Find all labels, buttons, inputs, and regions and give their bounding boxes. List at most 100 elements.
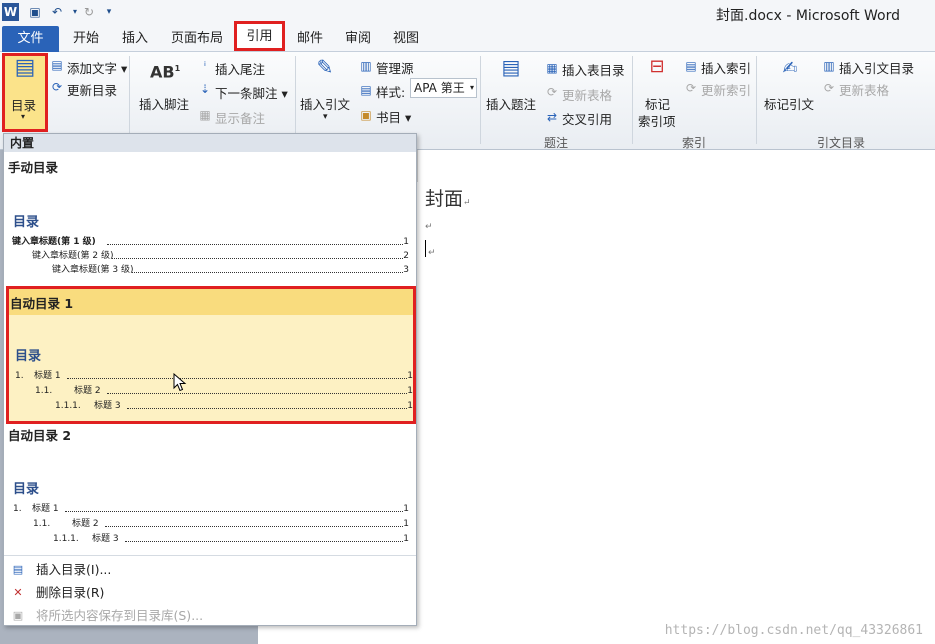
toc-icon: ▤ bbox=[14, 55, 36, 80]
group-separator bbox=[480, 56, 481, 144]
insert-endnote-icon: ⁱ bbox=[203, 59, 207, 73]
toc-button[interactable]: ▤ 目录 ▾ bbox=[2, 53, 48, 132]
mouse-cursor-icon bbox=[173, 373, 187, 392]
add-text-icon: ▤ bbox=[51, 58, 63, 72]
tab-references[interactable]: 引用 bbox=[234, 21, 285, 51]
bibliography-button[interactable]: 书目 ▾ bbox=[376, 107, 411, 126]
toc-preview-heading: 目录 bbox=[13, 215, 40, 230]
mark-entry-icon: ⊟ bbox=[649, 56, 665, 77]
toc-preview-line: 1.1. 标题 21 bbox=[35, 386, 413, 396]
insert-caption-button[interactable]: 插入题注 bbox=[486, 94, 536, 113]
insert-table-of-authorities-button[interactable]: 插入引文目录 bbox=[839, 58, 914, 77]
insert-toc-icon: ▤ bbox=[12, 563, 24, 576]
update-authorities-button[interactable]: 更新表格 bbox=[839, 80, 889, 99]
paragraph-mark: ↵ bbox=[428, 248, 436, 258]
update-toc-button[interactable]: 更新目录 bbox=[67, 80, 117, 99]
ribbon-tabs: 文件 开始 插入 页面布局 引用 邮件 审阅 视图 bbox=[0, 21, 935, 52]
style-label: 样式: bbox=[376, 85, 406, 100]
save-selection-menu-item[interactable]: ▣ 将所选内容保存到目录库(S)... bbox=[4, 604, 416, 627]
group-separator bbox=[129, 56, 130, 144]
word-logo-icon[interactable]: W bbox=[2, 3, 19, 21]
save-icon[interactable]: ▣ bbox=[27, 4, 43, 20]
insert-caption-icon: ▤ bbox=[501, 55, 521, 79]
watermark: https://blog.csdn.net/qq_43326861 bbox=[664, 623, 923, 638]
group-label-authorities: 引文目录 bbox=[816, 136, 865, 150]
update-toc-icon: ⟳ bbox=[51, 80, 63, 94]
redo-icon[interactable]: ↻ bbox=[81, 4, 97, 20]
gallery-title: 自动目录 1 bbox=[10, 296, 74, 311]
table-of-figures-icon: ▦ bbox=[546, 61, 558, 75]
insert-citation-icon: ✎ bbox=[316, 55, 334, 79]
update-index-icon: ⟳ bbox=[685, 81, 697, 95]
insert-table-of-authorities-icon: ▥ bbox=[823, 59, 835, 73]
mark-entry-label-2[interactable]: 索引项 bbox=[638, 111, 676, 130]
insert-endnote-button[interactable]: 插入尾注 bbox=[215, 59, 265, 78]
toc-preview-line: 1.1.1. 标题 31 bbox=[53, 534, 409, 544]
paragraph-mark: ↵ bbox=[425, 222, 433, 232]
gallery-title: 自动目录 2 bbox=[8, 428, 72, 443]
gallery-manual-toc[interactable]: 手动目录 目录 键入章标题(第 1 级) 1 键入章标题(第 2 级) 2 键入章标… bbox=[4, 152, 416, 284]
bibliography-icon: ▣ bbox=[360, 108, 372, 122]
toc-preview-line: 1. 标题 11 bbox=[13, 504, 409, 514]
insert-index-button[interactable]: 插入索引 bbox=[701, 58, 751, 77]
toc-preview-line: 1. 标题 11 bbox=[15, 371, 413, 381]
toc-preview-line: 1.1. 标题 21 bbox=[33, 519, 409, 529]
style-icon: ▤ bbox=[360, 83, 372, 97]
group-label-captions: 题注 bbox=[543, 136, 568, 150]
insert-toc-menu-item[interactable]: ▤ 插入目录(I)... bbox=[4, 558, 416, 581]
next-footnote-icon: ⇣ bbox=[199, 82, 211, 96]
remove-toc-icon: ✕ bbox=[13, 586, 23, 599]
customize-icon[interactable]: ▾ bbox=[101, 4, 117, 20]
add-text-button[interactable]: 添加文字 ▾ bbox=[67, 58, 127, 77]
manage-sources-button[interactable]: 管理源 bbox=[376, 58, 414, 77]
document-title[interactable]: 封面↵ bbox=[425, 184, 471, 211]
undo-icon[interactable]: ↶ bbox=[49, 4, 65, 20]
insert-citation-button[interactable]: 插入引文 bbox=[300, 94, 350, 113]
tab-review[interactable]: 审阅 bbox=[338, 26, 378, 52]
group-separator bbox=[632, 56, 633, 144]
window-title: 封面.docx - Microsoft Word bbox=[716, 8, 900, 24]
group-separator bbox=[295, 56, 296, 144]
gallery-auto-toc-2[interactable]: 自动目录 2 目录 1. 标题 11 1.1. 标题 21 1.1.1. 标题 31 bbox=[4, 423, 416, 555]
cross-reference-button[interactable]: 交叉引用 bbox=[562, 109, 612, 128]
tab-home[interactable]: 开始 bbox=[65, 26, 107, 52]
manage-sources-icon: ▥ bbox=[360, 59, 372, 73]
gallery-auto-toc-1[interactable]: 自动目录 1 目录 1. 标题 11 1.1. 标题 21 1.1.1. 标题 31 bbox=[6, 286, 416, 424]
toc-dropdown-menu: 内置 手动目录 目录 键入章标题(第 1 级) 1 键入章标题(第 2 级) 2 键… bbox=[3, 133, 417, 626]
text-cursor bbox=[425, 240, 426, 257]
toc-dropdown-icon: ▾ bbox=[21, 112, 26, 121]
insert-index-icon: ▤ bbox=[685, 59, 697, 73]
toc-preview-heading: 目录 bbox=[15, 349, 42, 364]
builtin-section-header: 内置 bbox=[4, 134, 416, 152]
cross-reference-icon: ⇄ bbox=[546, 110, 558, 124]
tab-insert[interactable]: 插入 bbox=[115, 26, 155, 52]
update-table-icon: ⟳ bbox=[546, 85, 558, 99]
show-notes-button[interactable]: 显示备注 bbox=[215, 108, 265, 127]
mark-citation-button[interactable]: 标记引文 bbox=[764, 94, 814, 113]
insert-footnote-icon: AB1 bbox=[150, 62, 181, 82]
mark-citation-icon: ✍ bbox=[782, 58, 798, 79]
update-index-button[interactable]: 更新索引 bbox=[701, 80, 751, 99]
style-select[interactable]: APA 第王 ▾ bbox=[410, 78, 477, 98]
title-bar: W ▣ ↶ ▾ ↻ ▾ 封面.docx - Microsoft Word bbox=[0, 0, 935, 26]
toc-preview-line: 键入章标题(第 3 级) 3 bbox=[52, 265, 409, 275]
next-footnote-button[interactable]: 下一条脚注 ▾ bbox=[215, 83, 288, 102]
group-label-index: 索引 bbox=[681, 136, 706, 150]
toc-preview-line: 1.1.1. 标题 31 bbox=[55, 401, 413, 411]
tab-view[interactable]: 视图 bbox=[386, 26, 426, 52]
toc-preview-heading: 目录 bbox=[13, 482, 40, 497]
gallery-title: 手动目录 bbox=[8, 160, 59, 175]
toc-preview-line: 键入章标题(第 1 级) 1 bbox=[12, 237, 409, 247]
update-table-button[interactable]: 更新表格 bbox=[562, 85, 612, 104]
remove-toc-menu-item[interactable]: ✕ 删除目录(R) bbox=[4, 581, 416, 604]
tab-page-layout[interactable]: 页面布局 bbox=[165, 26, 229, 52]
tab-file[interactable]: 文件 bbox=[2, 26, 59, 52]
update-authorities-icon: ⟳ bbox=[823, 81, 835, 95]
insert-table-of-figures-button[interactable]: 插入表目录 bbox=[562, 60, 625, 79]
tab-mailings[interactable]: 邮件 bbox=[290, 26, 330, 52]
insert-citation-dropdown-icon[interactable]: ▾ bbox=[323, 112, 328, 122]
menu-divider bbox=[4, 555, 416, 556]
insert-footnote-button[interactable]: 插入脚注 bbox=[139, 94, 189, 113]
save-to-gallery-icon: ▣ bbox=[12, 609, 24, 622]
group-separator bbox=[756, 56, 757, 144]
